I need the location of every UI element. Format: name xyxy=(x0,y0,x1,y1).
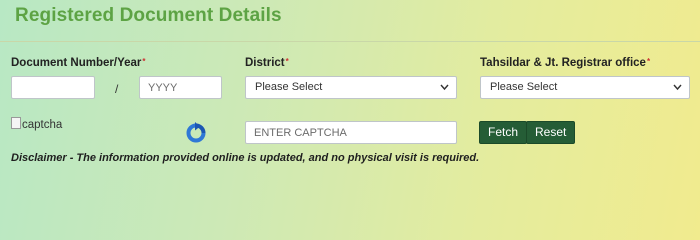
refresh-icon[interactable] xyxy=(185,122,207,144)
reset-button[interactable]: Reset xyxy=(526,121,576,144)
broken-image-icon xyxy=(11,117,21,129)
district-select[interactable]: Please Select xyxy=(245,76,457,99)
document-number-year-label-text: Document Number/Year xyxy=(11,57,142,69)
page-title: Registered Document Details xyxy=(15,5,282,26)
document-number-year-label: Document Number/Year* xyxy=(11,57,146,69)
required-mark: * xyxy=(646,57,651,66)
required-mark: * xyxy=(142,57,146,66)
office-label-text: Tahsildar & Jt. Registrar office xyxy=(480,57,646,69)
disclaimer-text: Disclaimer - The information provided on… xyxy=(11,152,480,164)
header-divider xyxy=(0,41,700,42)
chevron-down-icon xyxy=(673,77,682,106)
fetch-button[interactable]: Fetch xyxy=(479,121,528,144)
captcha-input[interactable] xyxy=(245,121,457,144)
district-label: District* xyxy=(245,57,289,69)
document-number-input[interactable] xyxy=(11,76,95,99)
captcha-alt-text: captcha xyxy=(22,119,63,131)
chevron-down-icon xyxy=(440,77,449,106)
office-select[interactable]: Please Select xyxy=(480,76,690,99)
year-input[interactable] xyxy=(139,76,222,99)
captcha-image: captcha xyxy=(11,117,62,131)
office-label: Tahsildar & Jt. Registrar office* xyxy=(480,57,650,69)
district-select-value: Please Select xyxy=(255,81,323,93)
district-label-text: District xyxy=(245,57,285,69)
office-select-value: Please Select xyxy=(490,81,558,93)
required-mark: * xyxy=(285,57,289,66)
number-year-separator: / xyxy=(115,82,119,96)
